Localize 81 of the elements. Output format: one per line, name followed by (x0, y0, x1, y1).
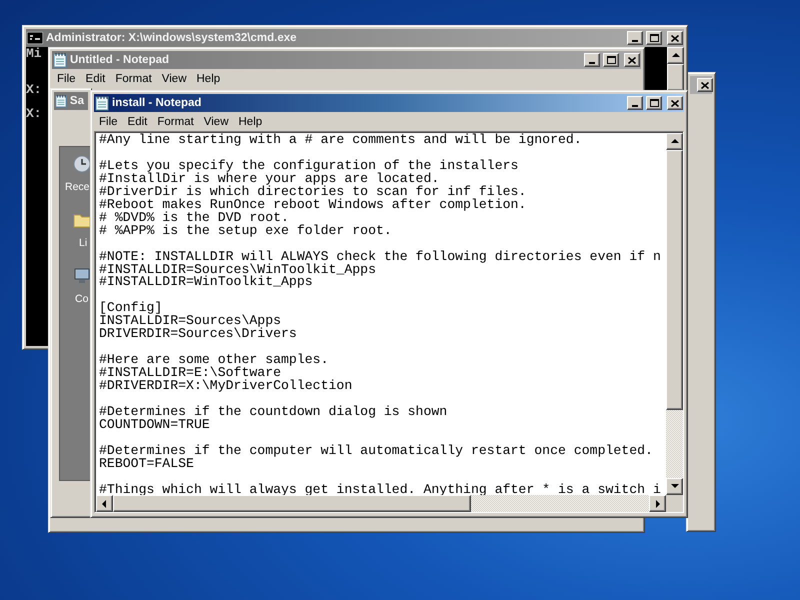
text-line: #Any line starting with a # are comments and will be ignored. (99, 134, 583, 147)
text-line: DRIVERDIR=Sources\Drivers (99, 328, 298, 342)
menu-item[interactable]: View (156, 72, 192, 84)
text-line: #Things which will always get installed. Anything after * is a switch i (99, 484, 662, 495)
window-title: Sa (70, 95, 84, 107)
notepad-icon (53, 52, 67, 68)
text-line: # %APP% is the setup exe folder root. (99, 224, 393, 238)
menu-item[interactable]: Help (192, 72, 226, 84)
text-line: #INSTALLDIR=WinToolkit_Apps (99, 276, 313, 290)
text-line: COUNTDOWN=TRUE (99, 418, 211, 432)
text-line: INSTALLDIR=Sources\Apps (99, 315, 282, 328)
maximize-icon (650, 99, 658, 107)
title-bar[interactable]: Sa (54, 92, 88, 110)
close-button[interactable] (697, 78, 713, 92)
console-icon (27, 32, 43, 44)
maximize-icon (650, 34, 658, 42)
notepad-icon (55, 93, 67, 109)
scroll-left-button[interactable] (96, 495, 113, 512)
vertical-scrollbar[interactable] (667, 47, 684, 91)
place-item[interactable]: Li (79, 237, 88, 249)
window-title: Administrator: X:\windows\system32\cmd.exe (46, 32, 297, 44)
text-line: #Lets you specify the configuration of the installers (99, 160, 520, 173)
text-line: [Config] (99, 302, 162, 316)
menu-item[interactable]: Edit (122, 116, 152, 128)
resize-grip[interactable] (666, 495, 683, 512)
menu-item[interactable]: Edit (80, 72, 110, 84)
maximize-button[interactable] (646, 96, 662, 110)
text-line: #DriverDir is which directories to scan for inf files. (99, 186, 528, 199)
close-icon (671, 100, 679, 106)
title-bar[interactable]: Untitled - Notepad (52, 51, 641, 69)
menu-item[interactable]: File (52, 72, 81, 84)
text-line: #InstallDir is where your apps are located. (99, 172, 440, 186)
scroll-right-button[interactable] (649, 495, 666, 512)
close-button[interactable] (667, 31, 683, 45)
title-bar[interactable]: Administrator: X:\windows\system32\cmd.exe (26, 29, 684, 47)
close-icon (701, 82, 709, 88)
console-line: Mi (26, 48, 42, 60)
close-icon (671, 34, 679, 42)
place-item[interactable]: Rece (65, 181, 90, 193)
maximize-button[interactable] (603, 53, 619, 67)
title-bar[interactable]: install - Notepad (94, 94, 684, 112)
window-title: install - Notepad (112, 97, 202, 109)
horizontal-scrollbar[interactable] (96, 495, 666, 512)
console-line: X: (26, 84, 42, 96)
vertical-scrollbar[interactable] (666, 133, 683, 495)
title-bar[interactable] (690, 76, 712, 94)
close-button[interactable] (624, 53, 640, 67)
text-line: #INSTALLDIR=Sources\WinToolkit_Apps (99, 264, 377, 276)
minimize-button[interactable] (627, 96, 643, 110)
computer-icon (73, 267, 91, 285)
maximize-icon (606, 56, 616, 64)
text-line: #Here are some other samples. (99, 354, 330, 368)
text-line: #DRIVERDIR=X:\MyDriverCollection (99, 380, 354, 393)
clock-icon (73, 155, 91, 173)
menu-item[interactable]: Format (152, 116, 199, 128)
close-button[interactable] (667, 96, 683, 110)
menu-item[interactable]: Format (110, 72, 157, 84)
menu-item[interactable]: Help (234, 116, 268, 128)
menu-item[interactable]: View (198, 116, 234, 128)
scroll-thumb[interactable] (666, 150, 683, 410)
minimize-button[interactable] (627, 31, 643, 45)
place-item[interactable]: Co (75, 293, 88, 305)
text-line: #NOTE: INSTALLDIR will ALWAYS check the following directories even if n (99, 250, 662, 264)
text-line: #Reboot makes RunOnce reboot Windows after completion. (99, 198, 528, 212)
window-title: Untitled - Notepad (70, 54, 170, 66)
scroll-up-button[interactable] (666, 133, 683, 150)
scroll-down-button[interactable] (666, 478, 683, 495)
menu-item[interactable]: File (94, 116, 123, 128)
maximize-button[interactable] (646, 31, 662, 45)
console-line: X: (26, 108, 42, 120)
notepad-icon (95, 95, 109, 111)
text-line: # %DVD% is the DVD root. (99, 212, 290, 225)
scroll-thumb[interactable] (667, 64, 684, 91)
scroll-thumb[interactable] (113, 495, 471, 512)
text-line: #Determines if the countdown dialog is shown (99, 406, 448, 419)
text-line: #Determines if the computer will automatically restart once completed. (99, 444, 654, 458)
close-icon (628, 56, 636, 64)
scroll-up-button[interactable] (667, 47, 684, 64)
minimize-button[interactable] (584, 53, 600, 67)
text-line: REBOOT=FALSE (99, 458, 195, 471)
text-line: #INSTALLDIR=E:\Software (99, 367, 282, 380)
